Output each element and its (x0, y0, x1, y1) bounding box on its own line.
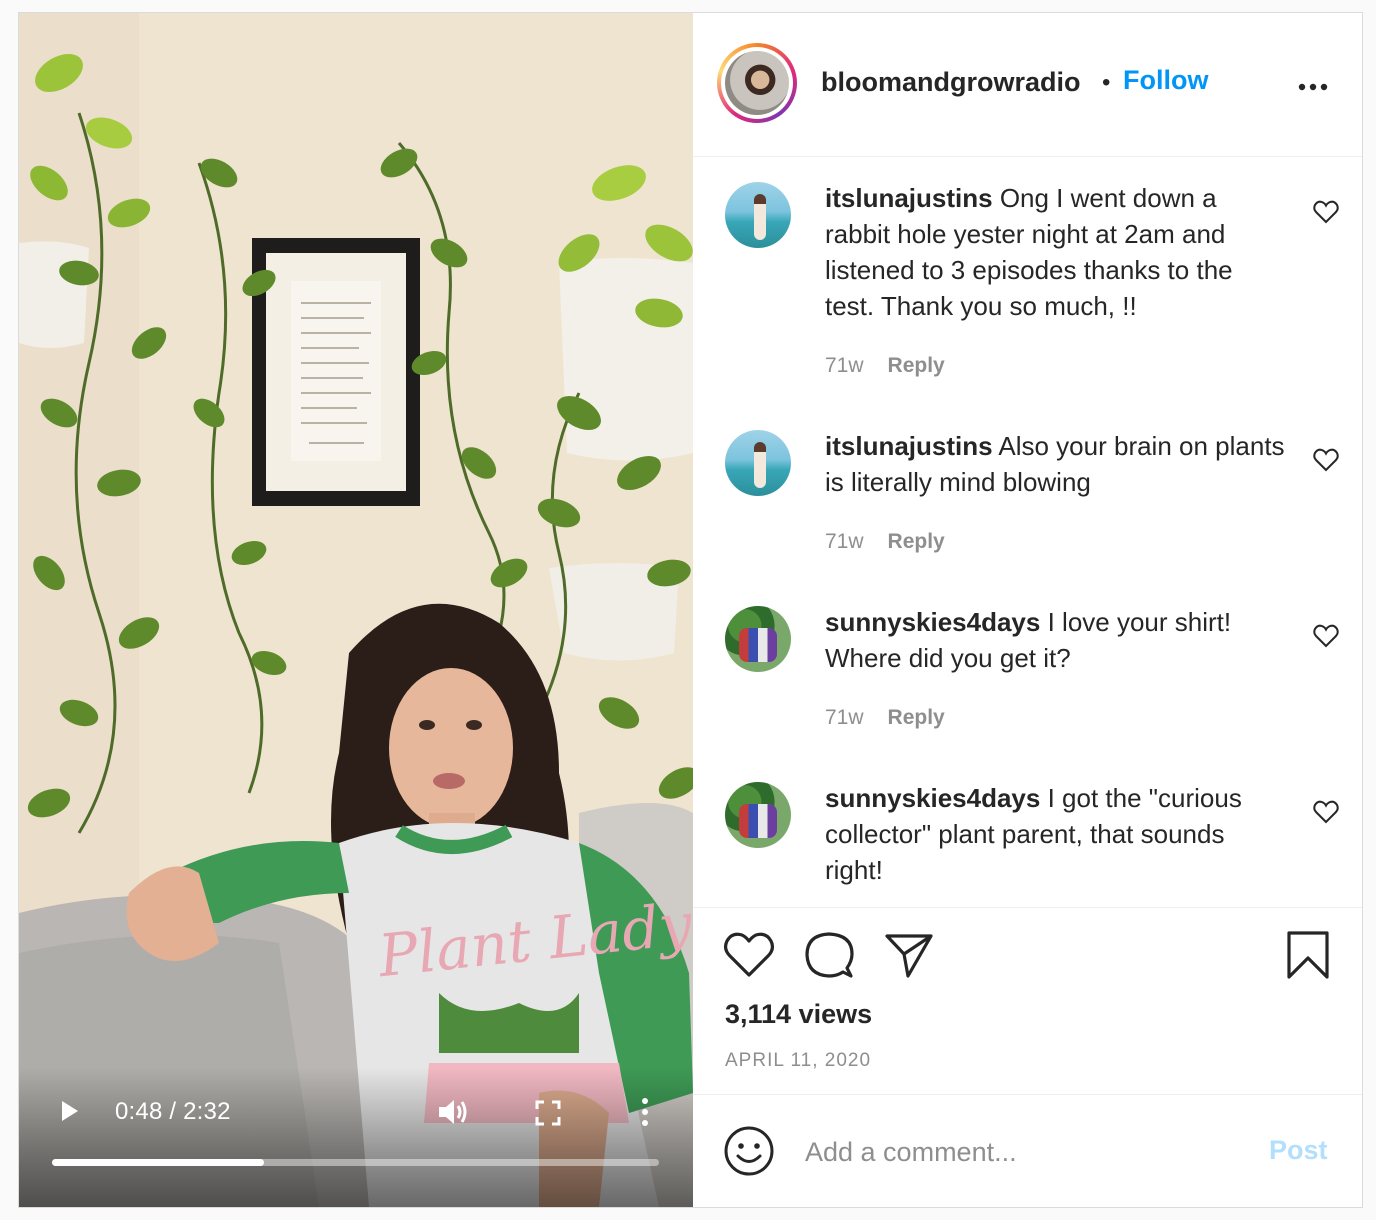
commenter-avatar[interactable] (725, 782, 791, 848)
comment-age: 71w (825, 530, 864, 553)
follow-button[interactable]: Follow (1123, 65, 1208, 96)
video-progress-bar[interactable] (52, 1159, 659, 1166)
comment-like-heart-icon[interactable] (1313, 448, 1339, 472)
view-count[interactable]: 3,114 views (725, 999, 872, 1030)
comment-text: sunnyskies4days I love your shirt! Where… (825, 604, 1285, 676)
comment-like-heart-icon[interactable] (1313, 200, 1339, 224)
author-username[interactable]: bloomandgrowradio (821, 67, 1081, 98)
comment-input[interactable] (805, 1129, 1245, 1175)
comment-username[interactable]: itslunajustins (825, 431, 993, 461)
post-actions: 3,114 views APRIL 11, 2020 (693, 907, 1362, 1093)
reply-button[interactable]: Reply (888, 706, 945, 729)
comment-composer: Post (693, 1094, 1362, 1207)
reply-button[interactable]: Reply (888, 530, 945, 553)
commenter-avatar[interactable] (725, 182, 791, 248)
post-comment-button[interactable]: Post (1269, 1135, 1328, 1166)
more-horizontal-icon[interactable] (1297, 81, 1329, 93)
comment-username[interactable]: itslunajustins (825, 183, 993, 213)
post-header: bloomandgrowradio • Follow (693, 13, 1362, 157)
post-side-panel: bloomandgrowradio • Follow itslunajustin… (693, 13, 1362, 1207)
post-container: Plant Lady 0:48 / 2:32 bloomandgrowradio… (18, 12, 1363, 1208)
commenter-avatar[interactable] (725, 606, 791, 672)
volume-icon[interactable] (437, 1097, 469, 1127)
fullscreen-icon[interactable] (535, 1100, 561, 1126)
comment-like-heart-icon[interactable] (1313, 800, 1339, 824)
heart-icon[interactable] (723, 930, 775, 980)
comment-text: sunnyskies4days I got the "curious colle… (825, 780, 1285, 888)
author-avatar-image (725, 51, 789, 115)
play-icon[interactable] (57, 1099, 81, 1123)
post-date: APRIL 11, 2020 (725, 1050, 872, 1071)
comment-username[interactable]: sunnyskies4days (825, 607, 1040, 637)
comment-age: 71w (825, 354, 864, 377)
send-icon[interactable] (883, 930, 935, 980)
comment-username[interactable]: sunnyskies4days (825, 783, 1040, 813)
comment-meta: 71w Reply (825, 530, 945, 554)
video-time: 0:48 / 2:32 (115, 1098, 231, 1125)
author-avatar[interactable] (717, 43, 797, 123)
comment-age: 71w (825, 706, 864, 729)
video-player[interactable]: Plant Lady 0:48 / 2:32 (19, 13, 693, 1207)
emoji-icon[interactable] (723, 1125, 775, 1177)
video-progress-fill (52, 1159, 265, 1166)
comment-meta: 71w Reply (825, 706, 945, 730)
bookmark-icon[interactable] (1285, 930, 1331, 980)
more-vertical-icon[interactable] (635, 1097, 655, 1127)
comment-text: itslunajustins Ong I went down a rabbit … (825, 180, 1285, 324)
comments-list[interactable]: itslunajustins Ong I went down a rabbit … (693, 158, 1362, 906)
commenter-avatar[interactable] (725, 430, 791, 496)
comment-like-heart-icon[interactable] (1313, 624, 1339, 648)
comment-text: itslunajustins Also your brain on plants… (825, 428, 1285, 500)
comment-icon[interactable] (803, 930, 855, 980)
comment-meta: 71w Reply (825, 354, 945, 378)
reply-button[interactable]: Reply (888, 354, 945, 377)
separator-dot: • (1102, 69, 1111, 96)
video-frame-image: Plant Lady (19, 13, 693, 1207)
video-controls (19, 1067, 693, 1207)
